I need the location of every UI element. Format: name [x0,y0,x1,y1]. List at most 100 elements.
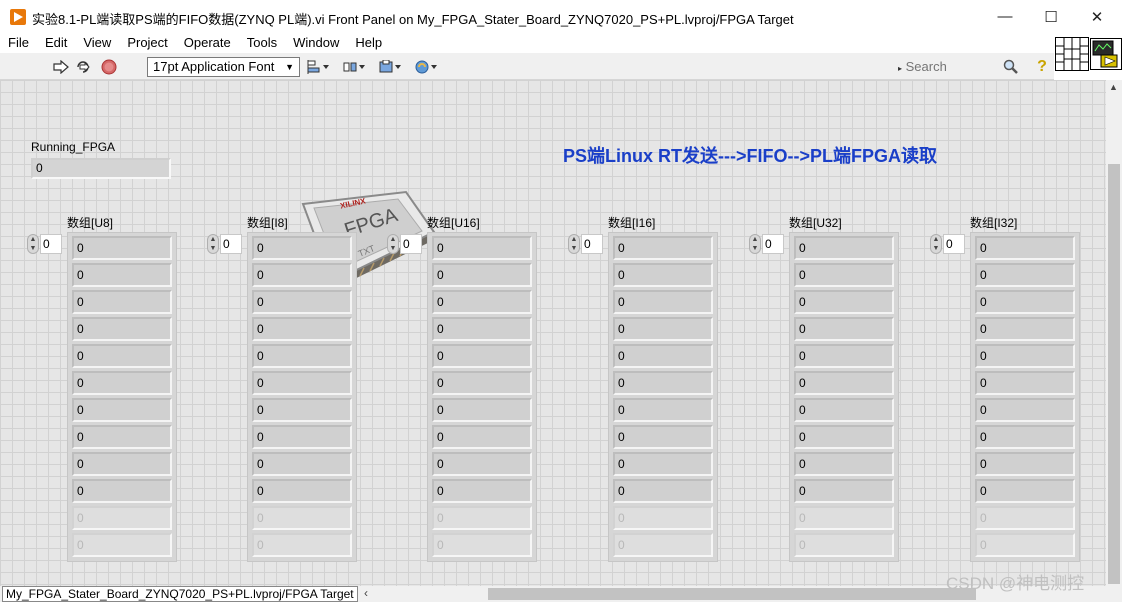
array-element: 0 [252,425,352,449]
run-continuously-icon[interactable] [74,58,92,76]
abort-execution-icon[interactable] [100,58,118,76]
array-indicator: 数组[I32] ▲ ▼ 0 0 0 0 0 0 0 0 0 0 0 0 0 [930,214,1080,562]
array-element: 0 [975,290,1075,314]
labview-vi-icon [10,9,26,25]
array-label: 数组[I32] [970,216,1018,230]
array-element: 0 [432,344,532,368]
menu-project[interactable]: Project [119,33,175,53]
watermark: CSDN @神电测控 [946,574,1085,593]
array-index-value[interactable]: 0 [762,234,784,254]
array-index-control[interactable]: ▲ ▼ 0 [568,232,603,254]
array-elements: 0 0 0 0 0 0 0 0 0 0 0 0 [427,232,537,562]
search-icon[interactable] [1002,58,1020,76]
array-element: 0 [794,479,894,503]
array-label: 数组[U8] [67,216,114,230]
array-index-control[interactable]: ▲ ▼ 0 [27,232,62,254]
array-element: 0 [72,371,172,395]
menu-file[interactable]: File [0,33,37,53]
array-element: 0 [794,452,894,476]
array-element: 0 [252,236,352,260]
array-element: 0 [975,344,1075,368]
array-element: 0 [432,533,532,557]
array-element: 0 [72,425,172,449]
array-element: 0 [794,344,894,368]
menu-operate[interactable]: Operate [176,33,239,53]
resize-objects-icon[interactable] [378,58,404,76]
array-index-value[interactable]: 0 [40,234,62,254]
array-index-value[interactable]: 0 [943,234,965,254]
array-element: 0 [72,236,172,260]
scroll-left-icon[interactable]: ‹ [364,586,368,600]
index-spinner-icon[interactable]: ▲ ▼ [387,234,399,254]
front-panel: Running_FPGA 0 XILINX FPGA TXT PS端Linux … [0,80,1106,586]
menu-edit[interactable]: Edit [37,33,75,53]
array-element: 0 [794,290,894,314]
array-elements: 0 0 0 0 0 0 0 0 0 0 0 0 [67,232,177,562]
array-index-control[interactable]: ▲ ▼ 0 [930,232,965,254]
menu-bar: File Edit View Project Operate Tools Win… [0,33,1054,53]
array-element: 0 [72,452,172,476]
array-element: 0 [613,533,713,557]
font-select[interactable]: 17pt Application Font ▼ [147,57,300,77]
array-indicator: 数组[I8] ▲ ▼ 0 0 0 0 0 0 0 0 0 0 0 0 0 [207,214,357,562]
horizontal-scroll-thumb[interactable] [488,588,976,600]
array-element: 0 [613,263,713,287]
close-button[interactable]: ✕ [1074,0,1120,33]
menu-window[interactable]: Window [285,33,347,53]
menu-help[interactable]: Help [347,33,390,53]
connector-pane-icon[interactable] [1055,37,1089,71]
vertical-scrollbar[interactable]: ▲ [1106,80,1122,586]
array-label: 数组[U32] [789,216,842,230]
reorder-icon[interactable] [414,58,440,76]
array-index-control[interactable]: ▲ ▼ 0 [207,232,242,254]
array-element: 0 [794,506,894,530]
minimize-button[interactable]: — [982,0,1028,33]
array-element: 0 [252,263,352,287]
index-spinner-icon[interactable]: ▲ ▼ [207,234,219,254]
array-element: 0 [72,290,172,314]
array-element: 0 [613,452,713,476]
array-element: 0 [252,479,352,503]
align-objects-icon[interactable] [306,58,332,76]
running-fpga-indicator: 0 [31,158,171,179]
array-indicator: 数组[U32] ▲ ▼ 0 0 0 0 0 0 0 0 0 0 0 0 0 [749,214,899,562]
scroll-up-icon[interactable]: ▲ [1109,82,1118,92]
array-element: 0 [975,317,1075,341]
search-input[interactable] [905,59,1006,74]
array-element: 0 [794,263,894,287]
array-element: 0 [432,290,532,314]
array-element: 0 [794,425,894,449]
index-spinner-icon[interactable]: ▲ ▼ [568,234,580,254]
menu-tools[interactable]: Tools [239,33,285,53]
index-spinner-icon[interactable]: ▲ ▼ [27,234,39,254]
vertical-scroll-thumb[interactable] [1108,164,1120,584]
array-element: 0 [975,398,1075,422]
array-elements: 0 0 0 0 0 0 0 0 0 0 0 0 [608,232,718,562]
array-element: 0 [252,317,352,341]
array-element: 0 [613,236,713,260]
array-element: 0 [975,371,1075,395]
array-element: 0 [613,479,713,503]
array-element: 0 [252,398,352,422]
context-help-icon[interactable]: ? [1033,58,1051,76]
array-index-value[interactable]: 0 [581,234,603,254]
run-arrow-icon[interactable] [52,58,70,76]
array-element: 0 [252,344,352,368]
vi-icon[interactable] [1090,38,1122,70]
array-element: 0 [72,263,172,287]
array-index-value[interactable]: 0 [220,234,242,254]
array-label: 数组[I8] [247,216,288,230]
array-element: 0 [72,479,172,503]
array-element: 0 [975,479,1075,503]
array-index-control[interactable]: ▲ ▼ 0 [749,232,784,254]
maximize-button[interactable]: ☐ [1028,0,1074,33]
menu-view[interactable]: View [75,33,119,53]
distribute-objects-icon[interactable] [342,58,368,76]
index-spinner-icon[interactable]: ▲ ▼ [749,234,761,254]
array-index-value[interactable]: 0 [400,234,422,254]
array-index-control[interactable]: ▲ ▼ 0 [387,232,422,254]
index-spinner-icon[interactable]: ▲ ▼ [930,234,942,254]
array-element: 0 [794,533,894,557]
array-element: 0 [975,263,1075,287]
array-element: 0 [975,452,1075,476]
